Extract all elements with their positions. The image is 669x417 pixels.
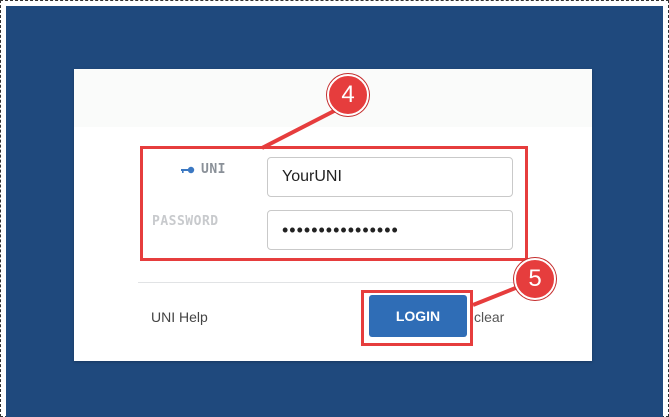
step-4-marker: 4 [327, 74, 369, 116]
clear-link[interactable]: clear [474, 309, 504, 325]
uni-label: UNI [201, 162, 226, 177]
uni-input[interactable] [267, 157, 513, 197]
password-label: PASSWORD [152, 214, 219, 229]
form-divider [138, 282, 525, 283]
password-input[interactable] [267, 210, 513, 250]
login-card: UNI PASSWORD UNI Help LOGIN clear [74, 69, 592, 361]
uni-label-row: UNI [181, 162, 226, 177]
login-button[interactable]: LOGIN [369, 295, 467, 337]
key-icon [181, 166, 195, 174]
uni-help-link[interactable]: UNI Help [151, 309, 208, 325]
step-5-marker: 5 [514, 258, 556, 300]
